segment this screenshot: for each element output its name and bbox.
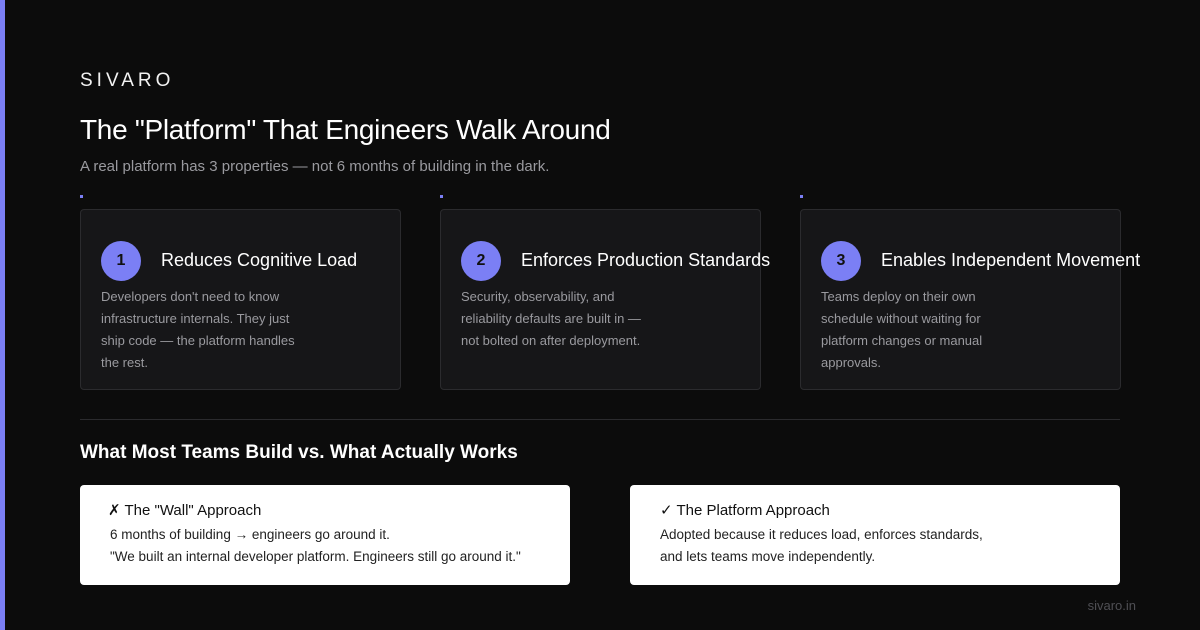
cross-icon: ✗ [108,502,121,519]
card-marker-dot [440,195,443,198]
card-title: Enables Independent Movement [881,250,1141,270]
card-marker-dot [80,195,83,198]
page-subtitle: A real platform has 3 properties — not 6… [80,158,550,175]
platform-approach-line: Adopted because it reduces load, enforce… [660,527,983,542]
card-number-badge: 3 [821,241,861,281]
card-number-badge: 1 [101,241,141,281]
wall-approach-title: ✗ The "Wall" Approach [108,501,261,519]
card-marker-dot [800,195,803,198]
platform-approach-box: ✓ The Platform Approach Adopted because … [630,485,1120,585]
property-card-cognitive-load: 1 Reduces Cognitive Load Developers don'… [80,209,401,390]
wall-approach-quote: "We built an internal developer platform… [110,549,521,564]
platform-approach-label: The Platform Approach [676,502,830,519]
wall-approach-line: 6 months of building → engineers go arou… [110,527,390,542]
platform-approach-line: and lets teams move independently. [660,549,876,564]
property-card-independent-movement: 3 Enables Independent Movement Teams dep… [800,209,1140,390]
brand-logo: SIVARO [80,70,175,91]
card-description: Teams deploy on their own schedule witho… [821,289,983,370]
comparison-title: What Most Teams Build vs. What Actually … [80,442,518,463]
property-card-production-standards: 2 Enforces Production Standards Security… [440,209,770,390]
footer-url[interactable]: sivaro.in [1088,598,1136,613]
card-title: Enforces Production Standards [521,250,771,270]
card-description: Security, observability, and reliability… [461,289,641,348]
check-icon: ✓ [660,502,673,519]
card-number-badge: 2 [461,241,501,281]
wall-approach-box: ✗ The "Wall" Approach 6 months of buildi… [80,485,570,585]
card-title: Reduces Cognitive Load [161,250,358,270]
accent-bar [0,0,5,630]
wall-approach-label: The "Wall" Approach [124,502,262,519]
slide: SIVARO The "Platform" That Engineers Wal… [0,0,1200,630]
page-title: The "Platform" That Engineers Walk Aroun… [80,114,611,145]
card-description: Developers don't need to know infrastruc… [101,289,295,370]
section-divider [80,419,1120,420]
platform-approach-title: ✓ The Platform Approach [660,501,830,519]
